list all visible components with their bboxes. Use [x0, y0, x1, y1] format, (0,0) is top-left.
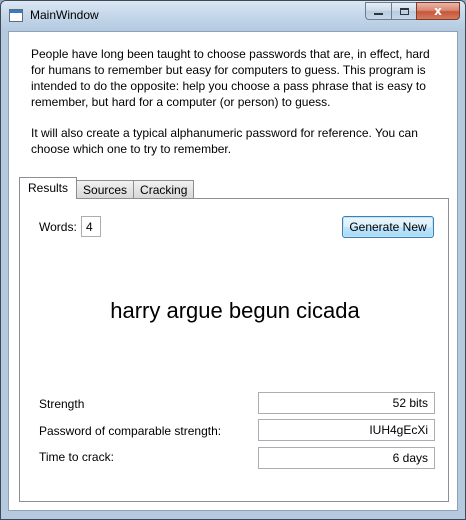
maximize-button[interactable] — [391, 2, 416, 20]
generated-passphrase: harry argue begun cicada — [110, 298, 360, 323]
time-to-crack-field[interactable]: 6 days — [258, 447, 435, 469]
close-icon: x — [434, 4, 442, 18]
close-button[interactable]: x — [416, 2, 460, 20]
intro-paragraph-2: It will also create a typical alphanumer… — [31, 126, 418, 156]
intro-paragraph-1: People have long been taught to choose p… — [31, 47, 430, 109]
strength-value-field[interactable]: 52 bits — [258, 392, 435, 414]
caption-buttons: x — [365, 2, 460, 20]
words-label: Words: — [39, 220, 77, 234]
title-bar[interactable]: MainWindow x — [1, 1, 465, 31]
minimize-icon — [374, 13, 383, 15]
comparable-password-field[interactable]: IUH4gEcXi — [258, 419, 435, 441]
window-title: MainWindow — [30, 8, 99, 22]
generate-new-button[interactable]: Generate New — [342, 216, 434, 238]
maximize-icon — [399, 7, 409, 15]
comparable-password-label: Password of comparable strength: — [39, 424, 222, 438]
strength-label: Strength — [39, 397, 85, 411]
app-window-icon[interactable] — [9, 9, 23, 22]
minimize-button[interactable] — [365, 2, 391, 20]
main-window: MainWindow x People have long been taugh… — [0, 0, 466, 520]
words-count-input[interactable]: 4 — [81, 216, 101, 237]
window-content: People have long been taught to choose p… — [8, 31, 458, 511]
tab-cracking[interactable]: Cracking — [133, 180, 195, 199]
tab-sources[interactable]: Sources — [76, 180, 135, 199]
tab-results[interactable]: Results — [19, 177, 78, 199]
time-to-crack-label: Time to crack: — [39, 450, 114, 464]
tab-strip: Results Sources Cracking — [19, 177, 195, 199]
results-panel: Words: 4 Generate New harry argue begun … — [19, 198, 449, 502]
